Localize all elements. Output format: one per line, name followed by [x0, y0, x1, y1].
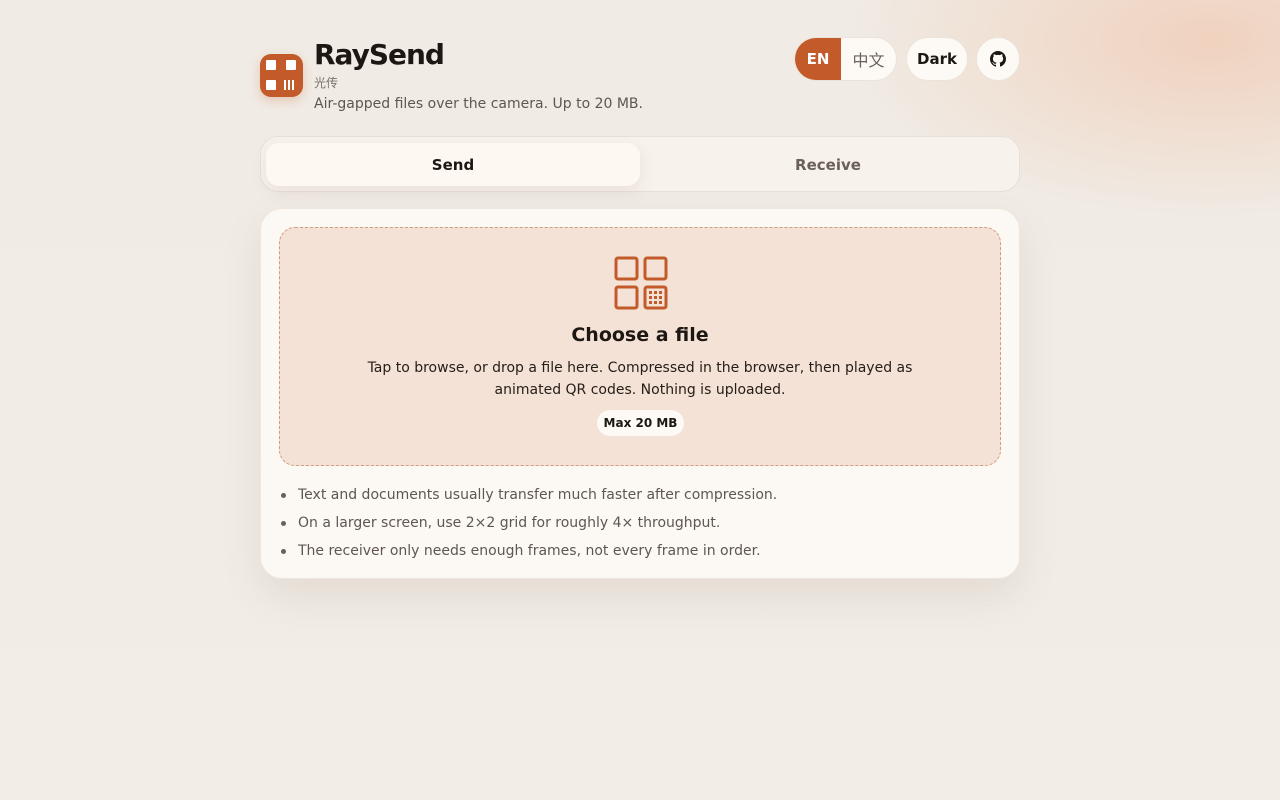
- tips-list: Text and documents usually transfer much…: [279, 481, 777, 565]
- github-icon: [990, 51, 1006, 67]
- tab-receive[interactable]: Receive: [641, 143, 1015, 186]
- github-button[interactable]: [976, 37, 1020, 81]
- dropzone-description: Tap to browse, or drop a file here. Comp…: [367, 360, 913, 398]
- app-container: RaySend 光传 Air-gapped files over the cam…: [260, 0, 1020, 579]
- lang-zh-button[interactable]: 中文: [841, 38, 896, 80]
- send-card: Choose a file Tap to browse, or drop a f…: [260, 208, 1020, 579]
- app-title-cn: 光传: [314, 76, 339, 90]
- tip-item: The receiver only needs enough frames, n…: [279, 537, 777, 565]
- file-dropzone[interactable]: Choose a file Tap to browse, or drop a f…: [279, 227, 1001, 466]
- header: RaySend 光传 Air-gapped files over the cam…: [260, 0, 1020, 120]
- dropzone-title: Choose a file: [571, 324, 709, 346]
- mode-tabs: Send Receive: [260, 136, 1020, 192]
- max-size-badge: Max 20 MB: [597, 410, 684, 436]
- app-tagline: Air-gapped files over the camera. Up to …: [314, 96, 643, 112]
- qr-grid-icon: [614, 256, 668, 310]
- app-logo-icon: [260, 54, 303, 97]
- language-toggle: EN 中文: [794, 37, 897, 81]
- theme-toggle-button[interactable]: Dark: [906, 37, 968, 81]
- tab-send[interactable]: Send: [266, 143, 640, 186]
- tip-item: Text and documents usually transfer much…: [279, 481, 777, 509]
- lang-en-button[interactable]: EN: [795, 38, 841, 80]
- app-title: RaySend: [314, 38, 445, 71]
- tip-item: On a larger screen, use 2×2 grid for rou…: [279, 509, 777, 537]
